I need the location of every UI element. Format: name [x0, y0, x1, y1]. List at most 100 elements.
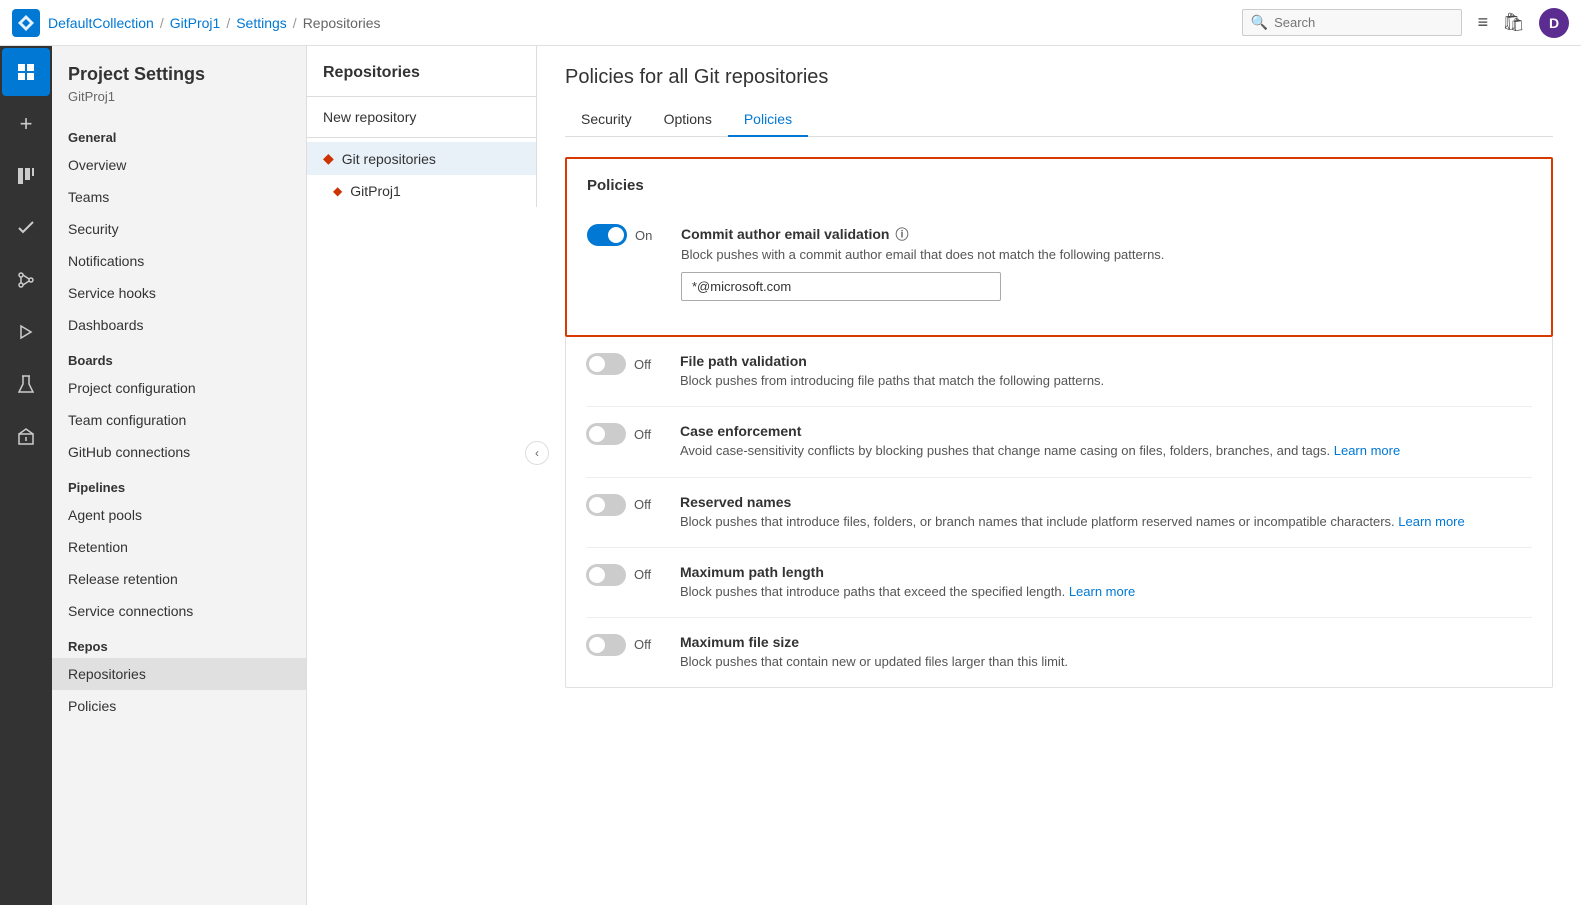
breadcrumb-collection[interactable]: DefaultCollection	[48, 15, 154, 31]
shopping-bag-icon[interactable]: 🛍	[1502, 12, 1525, 33]
learn-more-max-path[interactable]: Learn more	[1069, 584, 1135, 599]
learn-more-reserved-names[interactable]: Learn more	[1398, 514, 1464, 529]
policy-content-reserved-names: Reserved names Block pushes that introdu…	[680, 494, 1532, 531]
git-repo-icon: ◆	[323, 150, 334, 167]
policy-title-case-enforcement: Case enforcement	[680, 423, 1532, 439]
tab-security[interactable]: Security	[565, 103, 648, 137]
toggle-commit-author[interactable]	[587, 224, 627, 246]
panel2-divider2	[307, 137, 536, 138]
search-box[interactable]: 🔍	[1242, 9, 1462, 36]
toggle-label-case-enforcement: Off	[634, 427, 651, 442]
toggle-file-path[interactable]	[586, 353, 626, 375]
policy-content-commit-author: Commit author email validation ⓘ Block p…	[681, 224, 1531, 301]
toggle-slider-file-path	[586, 353, 626, 375]
toggle-label-reserved-names: Off	[634, 497, 651, 512]
sidebar: Project Settings GitProj1 General Overvi…	[52, 0, 307, 905]
rail-item-test[interactable]	[2, 360, 50, 408]
sidebar-item-repositories[interactable]: Repositories	[52, 658, 306, 690]
breadcrumb-project[interactable]: GitProj1	[170, 15, 221, 31]
policy-content-case-enforcement: Case enforcement Avoid case-sensitivity …	[680, 423, 1532, 460]
sidebar-item-github[interactable]: GitHub connections	[52, 436, 306, 468]
sidebar-item-policies[interactable]: Policies	[52, 690, 306, 722]
panel2-title: Repositories	[307, 46, 536, 92]
toggle-case-enforcement[interactable]	[586, 423, 626, 445]
sidebar-item-team-config[interactable]: Team configuration	[52, 404, 306, 436]
search-input[interactable]	[1274, 15, 1453, 30]
policies-box-highlighted: Policies On Commit author email validati…	[565, 157, 1553, 337]
main-tabs: Security Options Policies	[565, 103, 1553, 137]
policy-title-max-path: Maximum path length	[680, 564, 1532, 580]
sidebar-item-retention[interactable]: Retention	[52, 531, 306, 563]
main-content: Policies for all Git repositories Securi…	[537, 0, 1581, 905]
sidebar-item-dashboards[interactable]: Dashboards	[52, 309, 306, 341]
toggle-label-file-path: Off	[634, 357, 651, 372]
toggle-max-path[interactable]	[586, 564, 626, 586]
policy-row-file-path: Off File path validation Block pushes fr…	[586, 337, 1532, 407]
breadcrumb-current: Repositories	[303, 15, 381, 31]
sidebar-title: Project Settings	[52, 46, 306, 89]
policy-row-reserved-names: Off Reserved names Block pushes that int…	[586, 478, 1532, 548]
toggle-label-max-path: Off	[634, 567, 651, 582]
sidebar-item-service-hooks[interactable]: Service hooks	[52, 277, 306, 309]
learn-more-case-enforcement[interactable]: Learn more	[1334, 443, 1400, 458]
rail-item-work[interactable]	[2, 204, 50, 252]
topbar-icons: ≡ 🛍 D	[1478, 8, 1569, 38]
sidebar-item-overview[interactable]: Overview	[52, 149, 306, 181]
rail-item-home[interactable]	[2, 48, 50, 96]
policy-title-max-file-size: Maximum file size	[680, 634, 1532, 650]
tab-options[interactable]: Options	[648, 103, 728, 137]
toggle-reserved-names[interactable]	[586, 494, 626, 516]
rail-item-repos[interactable]	[2, 256, 50, 304]
policy-desc-max-file-size: Block pushes that contain new or updated…	[680, 653, 1532, 671]
policies-section-title: Policies	[587, 177, 1531, 194]
rail-item-artifacts[interactable]	[2, 412, 50, 460]
collapse-panel-button[interactable]: ‹	[525, 441, 549, 465]
policy-row-case-enforcement: Off Case enforcement Avoid case-sensitiv…	[586, 407, 1532, 477]
sidebar-item-notifications[interactable]: Notifications	[52, 245, 306, 277]
toggle-slider-max-path	[586, 564, 626, 586]
tab-policies[interactable]: Policies	[728, 103, 808, 137]
policy-desc-file-path: Block pushes from introducing file paths…	[680, 372, 1532, 390]
breadcrumb-settings[interactable]: Settings	[236, 15, 287, 31]
policy-title-file-path: File path validation	[680, 353, 1532, 369]
rail-item-add[interactable]: +	[2, 100, 50, 148]
gitproj1-item[interactable]: ◆ GitProj1	[307, 175, 536, 207]
toggle-slider-commit-author	[587, 224, 627, 246]
policies-box-rest: Off File path validation Block pushes fr…	[565, 337, 1553, 688]
page-title: Policies for all Git repositories	[565, 66, 1553, 89]
sidebar-item-release-retention[interactable]: Release retention	[52, 563, 306, 595]
avatar[interactable]: D	[1539, 8, 1569, 38]
sidebar-item-security[interactable]: Security	[52, 213, 306, 245]
left-rail: +	[0, 0, 52, 905]
toggle-slider-case-enforcement	[586, 423, 626, 445]
app-logo[interactable]	[12, 9, 40, 37]
topbar: DefaultCollection / GitProj1 / Settings …	[0, 0, 1581, 46]
gitproj1-icon: ◆	[333, 184, 342, 198]
toggle-max-file-size[interactable]	[586, 634, 626, 656]
list-icon[interactable]: ≡	[1478, 12, 1489, 33]
git-repo-label: Git repositories	[342, 151, 436, 167]
rail-item-pipelines[interactable]	[2, 308, 50, 356]
sidebar-section-boards: Boards	[52, 341, 306, 372]
policy-content-max-path: Maximum path length Block pushes that in…	[680, 564, 1532, 601]
sidebar-item-teams[interactable]: Teams	[52, 181, 306, 213]
toggle-slider-reserved-names	[586, 494, 626, 516]
panel2-divider	[307, 96, 536, 97]
sidebar-item-agent-pools[interactable]: Agent pools	[52, 499, 306, 531]
git-repositories-item[interactable]: ◆ Git repositories	[307, 142, 536, 175]
policy-desc-case-enforcement: Avoid case-sensitivity conflicts by bloc…	[680, 442, 1532, 460]
new-repository-button[interactable]: New repository	[307, 101, 536, 133]
policy-title-commit-author: Commit author email validation ⓘ	[681, 224, 1531, 243]
toggle-slider-max-file-size	[586, 634, 626, 656]
toggle-label-max-file-size: Off	[634, 637, 651, 652]
commit-author-pattern-input[interactable]	[681, 272, 1001, 301]
sidebar-item-project-config[interactable]: Project configuration	[52, 372, 306, 404]
info-icon-commit-author[interactable]: ⓘ	[895, 224, 908, 243]
policy-content-max-file-size: Maximum file size Block pushes that cont…	[680, 634, 1532, 671]
sidebar-item-service-connections[interactable]: Service connections	[52, 595, 306, 627]
policy-content-file-path: File path validation Block pushes from i…	[680, 353, 1532, 390]
rail-item-boards[interactable]	[2, 152, 50, 200]
breadcrumb: DefaultCollection / GitProj1 / Settings …	[48, 15, 1234, 31]
sidebar-section-pipelines: Pipelines	[52, 468, 306, 499]
policy-row-commit-author: On Commit author email validation ⓘ Bloc…	[587, 208, 1531, 317]
